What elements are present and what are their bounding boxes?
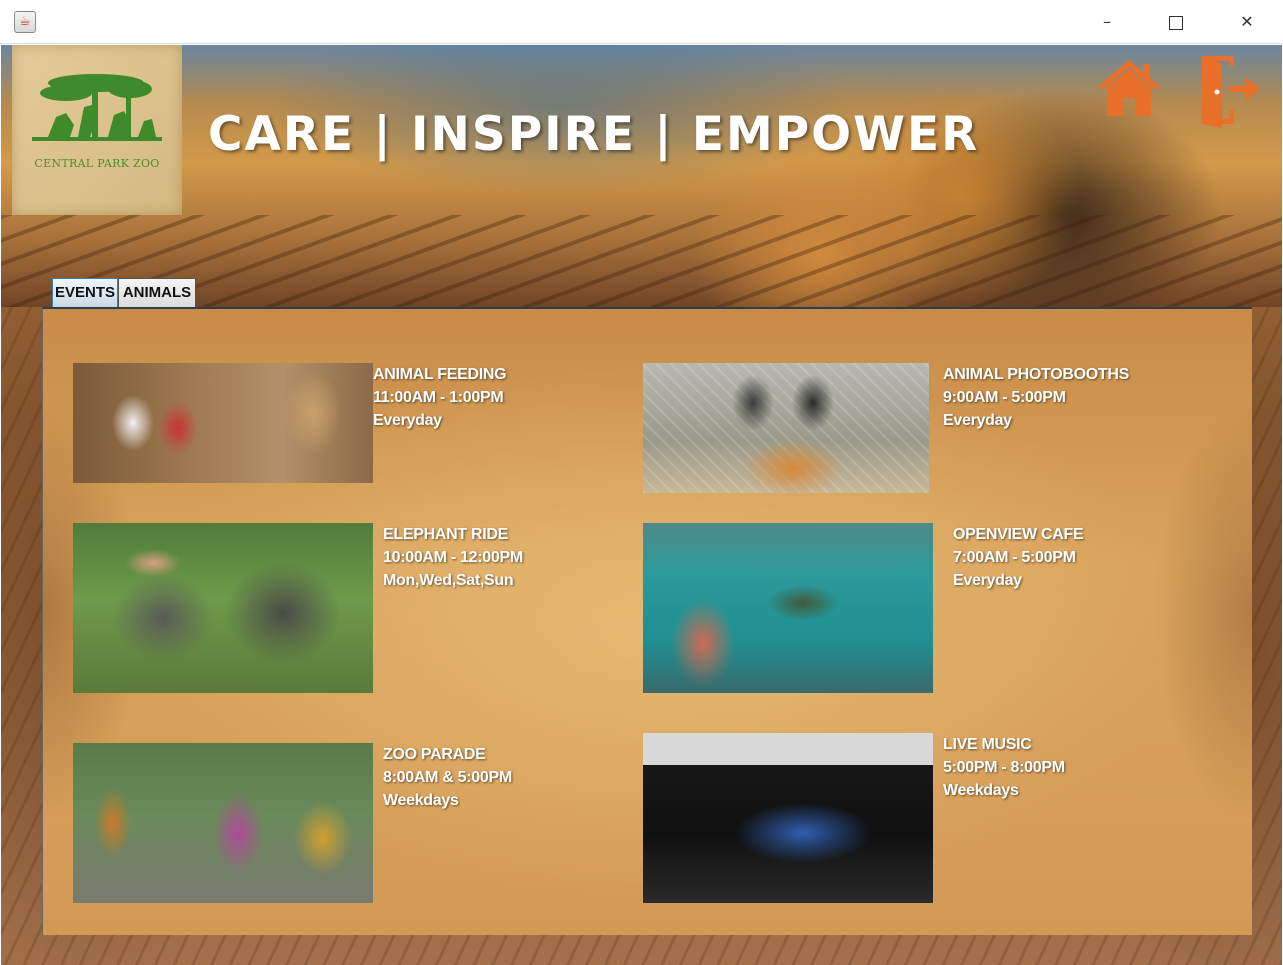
- event-days: Everyday: [373, 412, 442, 429]
- java-cup-icon[interactable]: ☕: [14, 11, 36, 33]
- event-zoo-parade: ZOO PARADE 8:00AM & 5:00PM Weekdays: [383, 743, 512, 812]
- event-elephant-ride: ELEPHANT RIDE 10:00AM - 12:00PM Mon,Wed,…: [383, 523, 523, 592]
- live-music-photo: [643, 733, 933, 903]
- event-time: 9:00AM - 5:00PM: [943, 389, 1066, 406]
- openview-cafe-photo: [643, 523, 933, 693]
- event-animal-feeding: ANIMAL FEEDING 11:00AM - 1:00PM Everyday: [373, 363, 507, 432]
- event-days: Everyday: [943, 412, 1012, 429]
- tab-animals[interactable]: ANIMALS: [118, 278, 196, 307]
- event-title: ELEPHANT RIDE: [383, 526, 508, 543]
- window-titlebar: ☕ – ✕: [0, 0, 1283, 44]
- event-title: ZOO PARADE: [383, 746, 486, 763]
- event-days: Weekdays: [943, 782, 1019, 799]
- event-title: LIVE MUSIC: [943, 736, 1032, 753]
- event-time: 8:00AM & 5:00PM: [383, 769, 512, 786]
- logo-text: CENTRAL PARK ZOO: [34, 157, 160, 170]
- event-title: ANIMAL PHOTOBOOTHS: [943, 366, 1130, 383]
- event-days: Mon,Wed,Sat,Sun: [383, 572, 514, 589]
- exit-door-icon: [1202, 56, 1260, 128]
- tab-events[interactable]: EVENTS: [52, 278, 118, 307]
- event-live-music: LIVE MUSIC 5:00PM - 8:00PM Weekdays: [943, 733, 1065, 802]
- home-icon: [1097, 60, 1161, 116]
- close-button[interactable]: ✕: [1224, 0, 1270, 44]
- exit-button[interactable]: [1198, 52, 1262, 128]
- maximize-button[interactable]: [1153, 0, 1199, 44]
- minimize-button[interactable]: –: [1084, 0, 1130, 44]
- app-content: CENTRAL PARK ZOO CARE | INSPIRE | EMPOWE…: [1, 45, 1282, 965]
- event-openview-cafe: OPENVIEW CAFE 7:00AM - 5:00PM Everyday: [953, 523, 1084, 592]
- zoo-parade-photo: [73, 743, 373, 903]
- event-title: OPENVIEW CAFE: [953, 526, 1084, 543]
- event-days: Everyday: [953, 572, 1022, 589]
- animal-photobooths-photo: [643, 363, 929, 493]
- maximize-icon: [1169, 15, 1183, 30]
- event-time: 10:00AM - 12:00PM: [383, 549, 523, 566]
- slogan: CARE | INSPIRE | EMPOWER: [208, 107, 980, 162]
- zoo-logo: CENTRAL PARK ZOO: [12, 45, 182, 215]
- events-panel: ANIMAL FEEDING 11:00AM - 1:00PM Everyday…: [42, 307, 1252, 935]
- event-days: Weekdays: [383, 792, 459, 809]
- home-button[interactable]: [1095, 56, 1163, 120]
- event-time: 7:00AM - 5:00PM: [953, 549, 1076, 566]
- event-animal-photobooths: ANIMAL PHOTOBOOTHS 9:00AM - 5:00PM Every…: [943, 363, 1129, 432]
- animal-feeding-photo: [73, 363, 373, 483]
- logo-trees-icon: [32, 74, 162, 141]
- elephant-ride-photo: [73, 523, 373, 693]
- event-title: ANIMAL FEEDING: [373, 366, 507, 383]
- header-banner: [1, 45, 1282, 307]
- event-time: 5:00PM - 8:00PM: [943, 759, 1065, 776]
- event-time: 11:00AM - 1:00PM: [373, 389, 504, 406]
